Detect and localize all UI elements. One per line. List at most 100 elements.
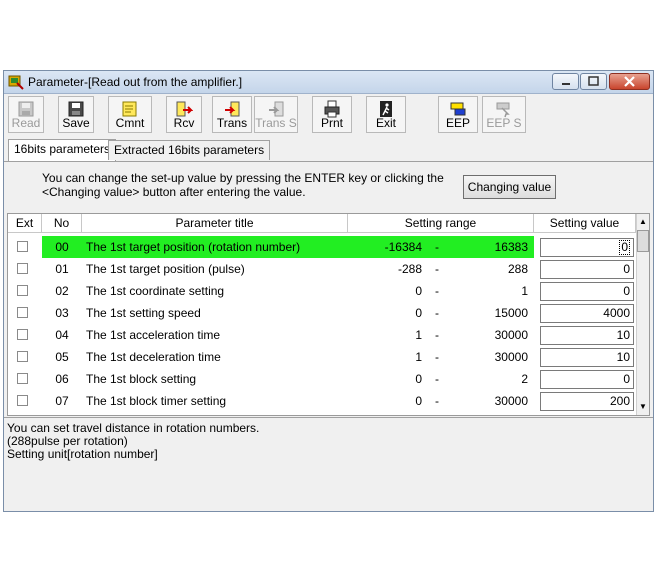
table-row[interactable]: 02 The 1st coordinate setting 0 - 1 0	[8, 280, 636, 302]
table-row[interactable]: 05 The 1st deceleration time 1 - 30000 1…	[8, 346, 636, 368]
ext-checkbox[interactable]	[17, 351, 28, 362]
minimize-icon	[562, 83, 570, 85]
column-header-value[interactable]: Setting value	[534, 214, 636, 233]
param-number: 04	[55, 328, 69, 342]
toolbar: Read Save Cmnt Rcv Trans Trans S Prnt Ex…	[4, 94, 653, 136]
param-number: 01	[55, 262, 69, 276]
ext-checkbox[interactable]	[17, 395, 28, 406]
table-row[interactable]: 04 The 1st acceleration time 1 - 30000 1…	[8, 324, 636, 346]
setting-value-field[interactable]: 0	[540, 282, 634, 301]
range-min: -288	[397, 262, 422, 276]
range-separator: -	[435, 372, 439, 386]
tab-strip: 16bits parameters Extracted 16bits param…	[4, 139, 653, 162]
eep-button[interactable]: EEP	[438, 96, 478, 133]
range-min: 1	[415, 350, 422, 364]
range-max: 1	[521, 284, 528, 298]
range-separator: -	[435, 350, 439, 364]
column-header-title[interactable]: Parameter title	[82, 214, 348, 233]
range-separator: -	[435, 306, 439, 320]
table-row[interactable]: 07 The 1st block timer setting 0 - 30000…	[8, 390, 636, 412]
ext-checkbox[interactable]	[17, 329, 28, 340]
column-header-ext[interactable]: Ext	[8, 214, 42, 233]
ext-checkbox[interactable]	[17, 263, 28, 274]
range-min: 0	[415, 372, 422, 386]
print-button[interactable]: Prnt	[312, 96, 352, 133]
param-number: 00	[42, 236, 82, 258]
param-title: The 1st coordinate setting	[86, 284, 225, 298]
setting-value-field[interactable]: 0	[540, 370, 634, 389]
minimize-button[interactable]	[552, 73, 579, 90]
column-header-range[interactable]: Setting range	[348, 214, 534, 233]
exit-button[interactable]: Exit	[366, 96, 406, 133]
table-row[interactable]: 03 The 1st setting speed 0 - 15000 4000	[8, 302, 636, 324]
maximize-icon	[588, 76, 599, 86]
param-title: The 1st target position (pulse)	[86, 262, 245, 276]
param-number: 02	[55, 284, 69, 298]
table-row[interactable]: 01 The 1st target position (pulse) -288 …	[8, 258, 636, 280]
scroll-down-icon[interactable]: ▼	[637, 400, 649, 414]
param-number: 07	[55, 394, 69, 408]
param-title: The 1st acceleration time	[86, 328, 221, 342]
range-max: 30000	[494, 350, 528, 364]
param-number: 05	[55, 350, 69, 364]
eep-select-button[interactable]: EEP S	[482, 96, 526, 133]
ext-checkbox[interactable]	[17, 285, 28, 296]
range-separator: -	[435, 328, 439, 342]
ext-checkbox[interactable]	[17, 307, 28, 318]
maximize-button[interactable]	[580, 73, 607, 90]
range-min: -16384	[348, 236, 426, 258]
column-header-no[interactable]: No	[42, 214, 82, 233]
param-title: The 1st target position (rotation number…	[82, 236, 348, 258]
setting-value-field[interactable]: 4000	[540, 304, 634, 323]
range-max: 30000	[494, 394, 528, 408]
setting-value-field[interactable]: 200	[540, 392, 634, 411]
title-bar[interactable]: Parameter-[Read out from the amplifier.]	[4, 71, 653, 94]
range-max: 288	[507, 262, 528, 276]
range-min: 1	[415, 328, 422, 342]
range-max: 2	[521, 372, 528, 386]
transfer-select-button[interactable]: Trans S	[254, 96, 298, 133]
setting-value-field[interactable]: 10	[540, 326, 634, 345]
range-max: 15000	[494, 306, 528, 320]
param-title: The 1st setting speed	[86, 306, 201, 320]
range-separator: -	[426, 236, 448, 258]
ext-checkbox[interactable]	[17, 373, 28, 384]
app-icon	[8, 75, 24, 90]
table-row[interactable]: 00 The 1st target position (rotation num…	[8, 236, 636, 258]
vertical-scrollbar[interactable]: ▲ ▼	[636, 214, 649, 415]
close-icon	[624, 76, 635, 87]
scroll-up-icon[interactable]: ▲	[637, 215, 649, 229]
setting-value-field[interactable]: 0	[540, 238, 634, 257]
table-row[interactable]: 06 The 1st block setting 0 - 2 0	[8, 368, 636, 390]
range-separator: -	[435, 262, 439, 276]
range-max: 16383	[448, 236, 534, 258]
param-number: 03	[55, 306, 69, 320]
range-separator: -	[435, 284, 439, 298]
comment-button[interactable]: Cmnt	[108, 96, 152, 133]
parameter-window: Parameter-[Read out from the amplifier.]…	[3, 70, 654, 512]
setting-value-field[interactable]: 0	[540, 260, 634, 279]
scroll-thumb[interactable]	[637, 230, 649, 252]
tab-16bits-parameters[interactable]: 16bits parameters	[8, 139, 117, 161]
range-max: 30000	[494, 328, 528, 342]
parameter-table: Ext No Parameter title Setting range Set…	[7, 213, 650, 416]
setting-value-field[interactable]: 10	[540, 348, 634, 367]
param-number: 06	[55, 372, 69, 386]
tab-extracted-16bits-parameters[interactable]: Extracted 16bits parameters	[108, 140, 271, 160]
transfer-button[interactable]: Trans	[212, 96, 252, 133]
range-min: 0	[415, 394, 422, 408]
param-title: The 1st deceleration time	[86, 350, 221, 364]
ext-checkbox[interactable]	[17, 241, 28, 252]
instruction-text: You can change the set-up value by press…	[42, 171, 444, 199]
param-title: The 1st block timer setting	[86, 394, 227, 408]
param-title: The 1st block setting	[86, 372, 197, 386]
read-button[interactable]: Read	[8, 96, 44, 133]
range-separator: -	[435, 394, 439, 408]
window-title: Parameter-[Read out from the amplifier.]	[28, 75, 243, 89]
changing-value-button[interactable]: Changing value	[463, 175, 556, 199]
range-min: 0	[415, 306, 422, 320]
save-button[interactable]: Save	[58, 96, 94, 133]
receive-button[interactable]: Rcv	[166, 96, 202, 133]
close-button[interactable]	[609, 73, 650, 90]
parameter-description: You can set travel distance in rotation …	[4, 417, 653, 511]
